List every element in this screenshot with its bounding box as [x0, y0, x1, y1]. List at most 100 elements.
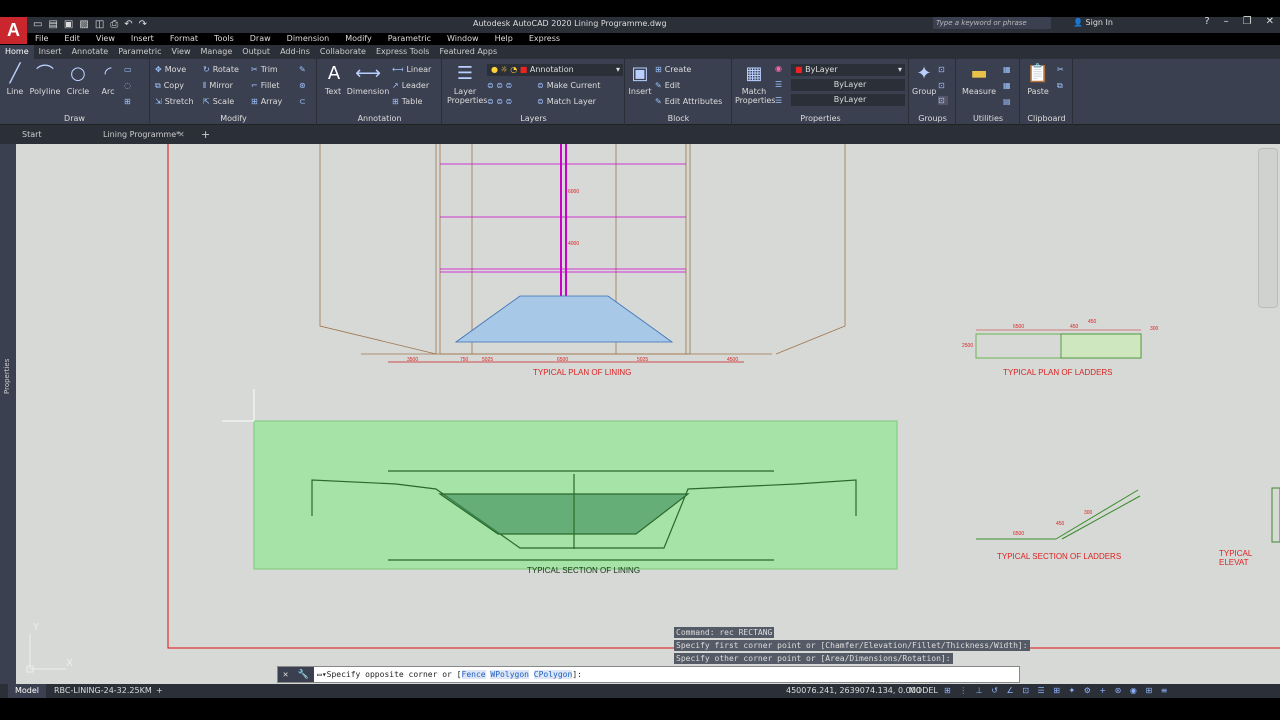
table-button[interactable]: ⊞ Table [392, 97, 422, 106]
match-properties-button[interactable]: ▦ Match Properties [735, 61, 775, 106]
open-icon[interactable]: ▤ [48, 19, 57, 30]
close-icon[interactable]: ✕ [1266, 16, 1274, 27]
model-tab[interactable]: Model [8, 684, 47, 698]
panel-clipboard-title[interactable]: Clipboard [1021, 114, 1072, 123]
search-input[interactable]: Type a keyword or phrase [933, 17, 1051, 29]
command-line[interactable]: ✕ 🔧 ▭▾ Specify opposite corner or [ Fence… [277, 666, 1020, 683]
menu-tools[interactable]: Tools [206, 33, 242, 45]
layer-tools-icons[interactable]: ⊜ ⊜ ⊜ [487, 81, 515, 90]
move-button[interactable]: ✥ Move [155, 65, 186, 74]
id-point-icon[interactable]: ▤ [1003, 97, 1014, 106]
wrench-icon[interactable]: 🔧 [298, 670, 309, 680]
layout-tab[interactable]: RBC-LINING-24-32.25KM [54, 684, 152, 698]
insert-button[interactable]: ▣ Insert [628, 61, 652, 97]
color-dropdown[interactable]: ■ ByLayer ▾ [791, 64, 905, 76]
calculator-icon[interactable]: ▦ [1003, 65, 1014, 74]
panel-draw-title[interactable]: Draw [0, 114, 149, 123]
app-logo[interactable]: A [0, 17, 27, 44]
help-icon[interactable]: ? [1204, 16, 1209, 27]
offset-icon[interactable]: ⊂ [299, 97, 309, 106]
menu-help[interactable]: Help [487, 33, 521, 45]
redo-icon[interactable]: ↷ [139, 19, 147, 30]
make-current-button[interactable]: ⊜ Make Current [537, 81, 600, 90]
web-icon[interactable]: ◫ [95, 19, 104, 30]
lineweight-dropdown[interactable]: ByLayer [791, 94, 905, 106]
circle-button[interactable]: ○ Circle [64, 61, 92, 97]
scale-button[interactable]: ⇱ Scale [203, 97, 234, 106]
linetype-dropdown[interactable]: ByLayer [791, 79, 905, 91]
menu-dimension[interactable]: Dimension [279, 33, 338, 45]
close-tab-icon[interactable]: ✕ [178, 130, 185, 139]
menu-modify[interactable]: Modify [337, 33, 380, 45]
option-cpolygon[interactable]: CPolygon [533, 670, 573, 679]
tab-annotate[interactable]: Annotate [67, 45, 114, 59]
option-fence[interactable]: Fence [461, 670, 486, 679]
tab-output[interactable]: Output [237, 45, 275, 59]
tab-start[interactable]: Start [22, 130, 42, 139]
saveas-icon[interactable]: ▨ [79, 19, 88, 30]
group-select-icon[interactable]: ⊡ [938, 96, 948, 105]
tab-view[interactable]: View [167, 45, 196, 59]
edit-button[interactable]: ✎ Edit [655, 81, 680, 90]
panel-layers-title[interactable]: Layers [443, 114, 624, 123]
tab-manage[interactable]: Manage [196, 45, 238, 59]
tab-parametric[interactable]: Parametric [113, 45, 166, 59]
ungroup-icon[interactable]: ⊡ [938, 65, 948, 74]
tab-insert[interactable]: Insert [34, 45, 67, 59]
tab-featured-apps[interactable]: Featured Apps [434, 45, 502, 59]
fillet-button[interactable]: ⌐ Fillet [251, 81, 279, 90]
lineweight-icon[interactable]: ☰ [775, 96, 785, 105]
menu-insert[interactable]: Insert [123, 33, 162, 45]
rectangle-icon[interactable]: ▭ [124, 65, 135, 74]
panel-groups-title[interactable]: Groups [910, 114, 955, 123]
menu-view[interactable]: View [88, 33, 123, 45]
save-icon[interactable]: ▣ [64, 19, 73, 30]
panel-properties-title[interactable]: Properties [733, 114, 908, 123]
line-button[interactable]: ╱ Line [3, 61, 27, 97]
array-button[interactable]: ⊞ Array [251, 97, 282, 106]
status-toggle-icons[interactable]: ⊞ ⋮ ⊥ ↺ ∠ ⊡ ☰ ⊞ ✦ ⚙ + ⊛ ◉ ⊞ ≡ [944, 684, 1170, 698]
undo-icon[interactable]: ↶ [124, 19, 132, 30]
panel-utilities-title[interactable]: Utilities [957, 114, 1019, 123]
sign-in-button[interactable]: 👤 Sign In [1073, 18, 1113, 27]
text-button[interactable]: A Text [322, 61, 344, 97]
match-layer-button[interactable]: ⊜ Match Layer [537, 97, 596, 106]
erase-icon[interactable]: ✎ [299, 65, 309, 74]
minimize-icon[interactable]: – [1224, 16, 1229, 27]
menu-format[interactable]: Format [162, 33, 206, 45]
tab-document[interactable]: Lining Programme* [103, 130, 180, 139]
tab-addins[interactable]: Add-ins [275, 45, 315, 59]
properties-palette-strip[interactable]: Properties [0, 144, 16, 684]
layer-dropdown[interactable]: ● ☼ ◔ ■ Annotation ▾ [487, 64, 623, 76]
hatch-icon[interactable]: ◌ [124, 81, 134, 90]
arc-button[interactable]: ◜ Arc [94, 61, 122, 97]
group-edit-icon[interactable]: ⊡ [938, 81, 948, 90]
panel-annotation-title[interactable]: Annotation [318, 114, 441, 123]
model-space-toggle[interactable]: MODEL [909, 684, 938, 698]
new-tab-icon[interactable]: + [201, 128, 210, 141]
group-button[interactable]: ✦ Group [912, 61, 936, 97]
color-wheel-icon[interactable]: ◉ [775, 64, 785, 73]
cut-icon[interactable]: ✂ [1057, 65, 1067, 74]
print-icon[interactable]: ⎙ [110, 19, 118, 30]
close-icon[interactable]: ✕ [283, 670, 288, 680]
command-line-handle[interactable]: ✕ 🔧 [278, 667, 314, 682]
quick-select-icon[interactable]: ▦ [1003, 81, 1014, 90]
polyline-button[interactable]: ⌒ Polyline [28, 61, 62, 96]
measure-button[interactable]: ▬ Measure [961, 61, 997, 97]
tab-express-tools[interactable]: Express Tools [371, 45, 435, 59]
leader-button[interactable]: ↗ Leader [392, 81, 429, 90]
linetype-icon[interactable]: ☰ [775, 80, 785, 89]
menu-file[interactable]: File [27, 33, 56, 45]
menu-edit[interactable]: Edit [56, 33, 88, 45]
option-wpolygon[interactable]: WPolygon [490, 670, 529, 679]
explode-icon[interactable]: ⊛ [299, 81, 309, 90]
copy-button[interactable]: ⧉ Copy [155, 81, 184, 91]
navigation-bar[interactable] [1258, 148, 1278, 308]
tab-home[interactable]: Home [0, 45, 34, 59]
grid-icon[interactable]: ⊞ [124, 97, 134, 106]
tab-collaborate[interactable]: Collaborate [315, 45, 371, 59]
menu-draw[interactable]: Draw [242, 33, 279, 45]
drawing-canvas[interactable]: TYPICAL PLAN OF LINING TYPICAL PLAN OF L… [16, 144, 1280, 684]
layer-properties-button[interactable]: ☰ Layer Properties [447, 61, 487, 106]
